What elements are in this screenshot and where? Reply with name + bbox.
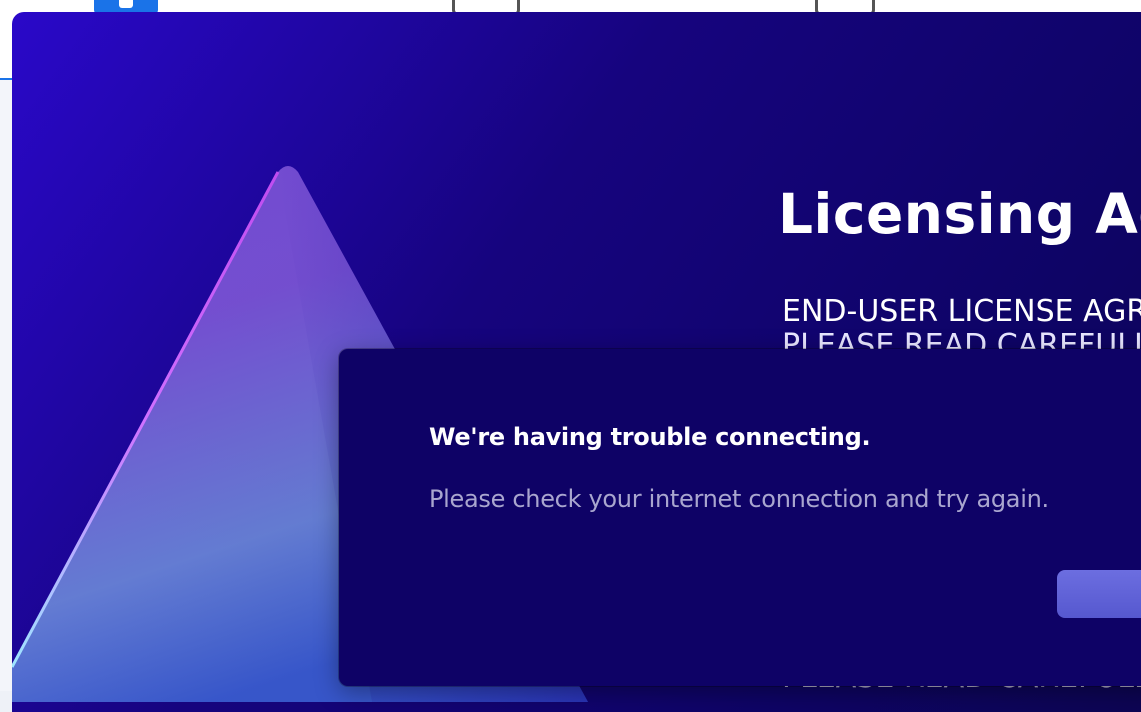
connection-error-dialog: We're having trouble connecting. Please … bbox=[339, 349, 1141, 686]
page-title: Licensing Ag bbox=[778, 182, 1141, 246]
eula-line: END-USER LICENSE AGR bbox=[782, 295, 1141, 329]
error-message: Please check your internet connection an… bbox=[429, 485, 1049, 513]
retry-button[interactable] bbox=[1057, 570, 1141, 618]
background-app-sidebar bbox=[0, 80, 12, 691]
eula-text: END-USER LICENSE AGR PLEASE READ CAREFUL… bbox=[782, 295, 1141, 355]
error-heading: We're having trouble connecting. bbox=[429, 423, 871, 451]
